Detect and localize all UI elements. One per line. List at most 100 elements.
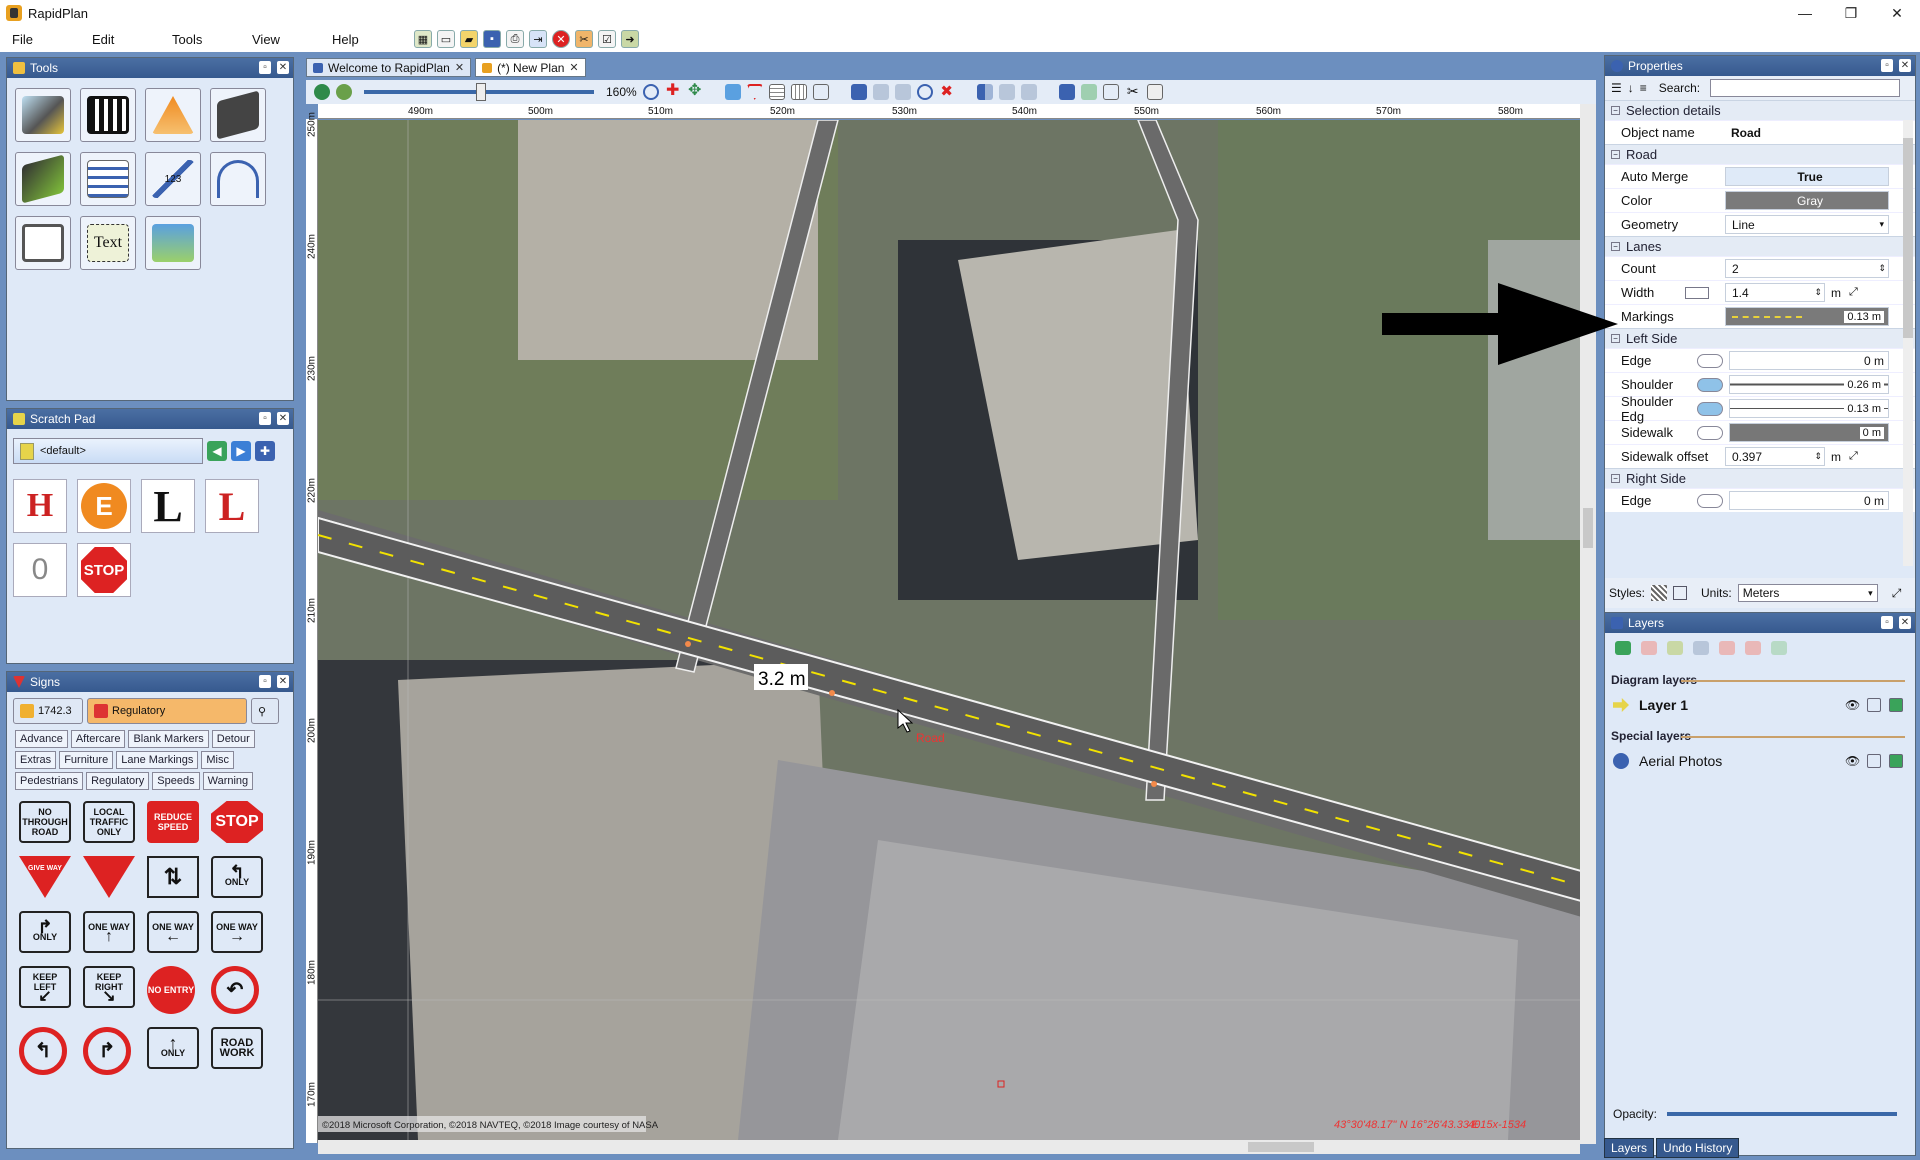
stop-icon[interactable]: ✕ xyxy=(552,30,570,48)
filter-icon[interactable] xyxy=(746,84,763,100)
redo-icon[interactable] xyxy=(1080,84,1097,100)
scroll-thumb[interactable] xyxy=(1903,138,1913,338)
visibility-icon[interactable]: 👁 xyxy=(1845,698,1860,712)
scratchpad-select[interactable]: <default> xyxy=(13,438,203,464)
category-furniture[interactable]: Furniture xyxy=(59,751,114,769)
duplicate-icon[interactable] xyxy=(1771,641,1787,655)
scratchpad-item[interactable]: L xyxy=(141,479,195,533)
sidewalk-field[interactable]: 0 m xyxy=(1729,423,1889,442)
print-icon[interactable]: ⎙ xyxy=(506,30,524,48)
shoulder-toggle[interactable] xyxy=(1697,377,1723,392)
close-panel-icon[interactable]: ✕ xyxy=(277,412,289,425)
menu-edit[interactable]: Edit xyxy=(80,32,160,47)
undo-icon[interactable] xyxy=(1058,84,1075,100)
pan-icon[interactable]: ✚ xyxy=(665,83,681,100)
collapse-icon[interactable]: − xyxy=(1611,242,1620,251)
close-tab-icon[interactable]: ✕ xyxy=(569,61,578,74)
section-road[interactable]: − Road xyxy=(1605,144,1915,164)
scratchpad-item[interactable]: H xyxy=(13,479,67,533)
category-lane-markings[interactable]: Lane Markings xyxy=(116,751,199,769)
copy-icon[interactable] xyxy=(1102,84,1119,100)
open-icon[interactable]: ▦ xyxy=(414,30,432,48)
shoulder-edge-field[interactable]: 0.13 m xyxy=(1729,399,1889,418)
tab-layers[interactable]: Layers xyxy=(1604,1138,1655,1158)
opacity-slider[interactable] xyxy=(1667,1112,1898,1116)
exit-icon[interactable]: ➜ xyxy=(621,30,639,48)
add-icon[interactable]: ✚ xyxy=(255,441,275,461)
category-aftercare[interactable]: Aftercare xyxy=(70,730,126,748)
menu-help[interactable]: Help xyxy=(320,32,400,47)
markings-field[interactable]: 0.13 m xyxy=(1725,307,1889,326)
category-regulatory[interactable]: Regulatory xyxy=(86,772,150,790)
flip-icon[interactable] xyxy=(976,84,993,100)
link-icon[interactable]: ⤢ xyxy=(1849,450,1858,463)
sign-no-entry[interactable]: NO ENTRY xyxy=(147,966,195,1014)
measure-tool[interactable]: 123 xyxy=(145,152,201,206)
horizontal-scrollbar[interactable] xyxy=(318,1140,1580,1154)
new-document-icon[interactable]: ▭ xyxy=(437,30,455,48)
scratchpad-item[interactable]: STOP xyxy=(77,543,131,597)
plan-canvas[interactable]: 3.2 m Road ©2018 Microsoft Corporation, … xyxy=(318,120,1592,1140)
category-misc[interactable]: Misc xyxy=(201,751,234,769)
scroll-thumb[interactable] xyxy=(1583,508,1593,548)
vertical-scrollbar[interactable] xyxy=(1580,104,1596,1144)
close-panel-icon[interactable]: ✕ xyxy=(277,675,289,688)
sign-code-select[interactable]: 1742.3 xyxy=(13,698,83,724)
grid-icon[interactable] xyxy=(790,84,807,100)
link-icon[interactable]: ⤢ xyxy=(1849,286,1858,299)
sign-no-right-turn[interactable]: ↱ xyxy=(83,1027,131,1075)
scroll-thumb[interactable] xyxy=(1248,1142,1314,1152)
add-layer-icon[interactable] xyxy=(1615,641,1631,655)
category-pedestrians[interactable]: Pedestrians xyxy=(15,772,84,790)
delete-layer-icon[interactable] xyxy=(1641,641,1657,655)
image-tool[interactable] xyxy=(145,216,201,270)
section-left-side[interactable]: − Left Side xyxy=(1605,328,1915,348)
menu-view[interactable]: View xyxy=(240,32,320,47)
menu-tools[interactable]: Tools xyxy=(160,32,240,47)
save-icon[interactable]: ▪ xyxy=(483,30,501,48)
align-icon[interactable] xyxy=(998,84,1015,100)
close-panel-icon[interactable]: ✕ xyxy=(1899,616,1911,629)
arc-tool[interactable] xyxy=(210,152,266,206)
units-select[interactable]: Meters ▾ xyxy=(1737,584,1878,602)
styles-icon[interactable] xyxy=(1651,585,1668,601)
edit-layer-icon[interactable] xyxy=(1667,641,1683,655)
delete-icon[interactable]: ✖ xyxy=(939,84,955,100)
shoulder-field[interactable]: 0.26 m xyxy=(1729,375,1889,394)
crosswalk-tool[interactable] xyxy=(80,88,136,142)
group-icon[interactable] xyxy=(850,84,867,100)
sign-category-select[interactable]: Regulatory xyxy=(87,698,247,724)
globe-icon[interactable] xyxy=(314,84,330,100)
auto-merge-field[interactable]: True xyxy=(1725,167,1889,186)
list-tool[interactable] xyxy=(80,152,136,206)
list-icon[interactable]: ≡ xyxy=(1640,81,1647,95)
right-edge-field[interactable]: 0 m xyxy=(1729,491,1889,510)
tools-icon[interactable]: ✂ xyxy=(575,30,593,48)
merge-icon[interactable] xyxy=(1745,641,1761,655)
sign-one-way-right[interactable]: ONE WAY → xyxy=(211,911,263,953)
distribute-icon[interactable] xyxy=(1020,84,1037,100)
sign-keep-right[interactable]: KEEP RIGHT ↘ xyxy=(83,966,135,1008)
sign-reduce-speed[interactable]: REDUCE SPEED xyxy=(147,801,199,843)
categorized-icon[interactable]: ☰ xyxy=(1611,81,1622,95)
float-icon[interactable]: ▫ xyxy=(259,61,271,74)
menu-file[interactable]: File xyxy=(0,32,80,47)
design-icon[interactable] xyxy=(1889,698,1903,712)
dropdown-icon[interactable]: ▾ xyxy=(1868,588,1873,599)
zoom-icon[interactable] xyxy=(642,84,659,100)
scratchpad-item[interactable]: E xyxy=(77,479,131,533)
cut-icon[interactable]: ✂ xyxy=(1125,84,1141,100)
area-tool[interactable] xyxy=(15,152,71,206)
design-icon[interactable] xyxy=(1889,754,1903,768)
open-folder-icon[interactable]: ▰ xyxy=(460,30,478,48)
arrange-icon[interactable] xyxy=(894,84,911,100)
close-tab-icon[interactable]: ✕ xyxy=(455,61,464,74)
section-lanes[interactable]: − Lanes xyxy=(1605,236,1915,256)
search-signs-icon[interactable]: ⚲ xyxy=(251,698,279,724)
snap-icon[interactable]: ✥ xyxy=(687,83,703,100)
category-blank-markers[interactable]: Blank Markers xyxy=(128,730,209,748)
sign-no-through-road[interactable]: NO THROUGH ROAD xyxy=(19,801,71,843)
view-icon[interactable] xyxy=(812,84,829,100)
sign-no-left-turn[interactable]: ↰ xyxy=(19,1027,67,1075)
sign-no-u-turn[interactable]: ↶ xyxy=(211,966,259,1014)
